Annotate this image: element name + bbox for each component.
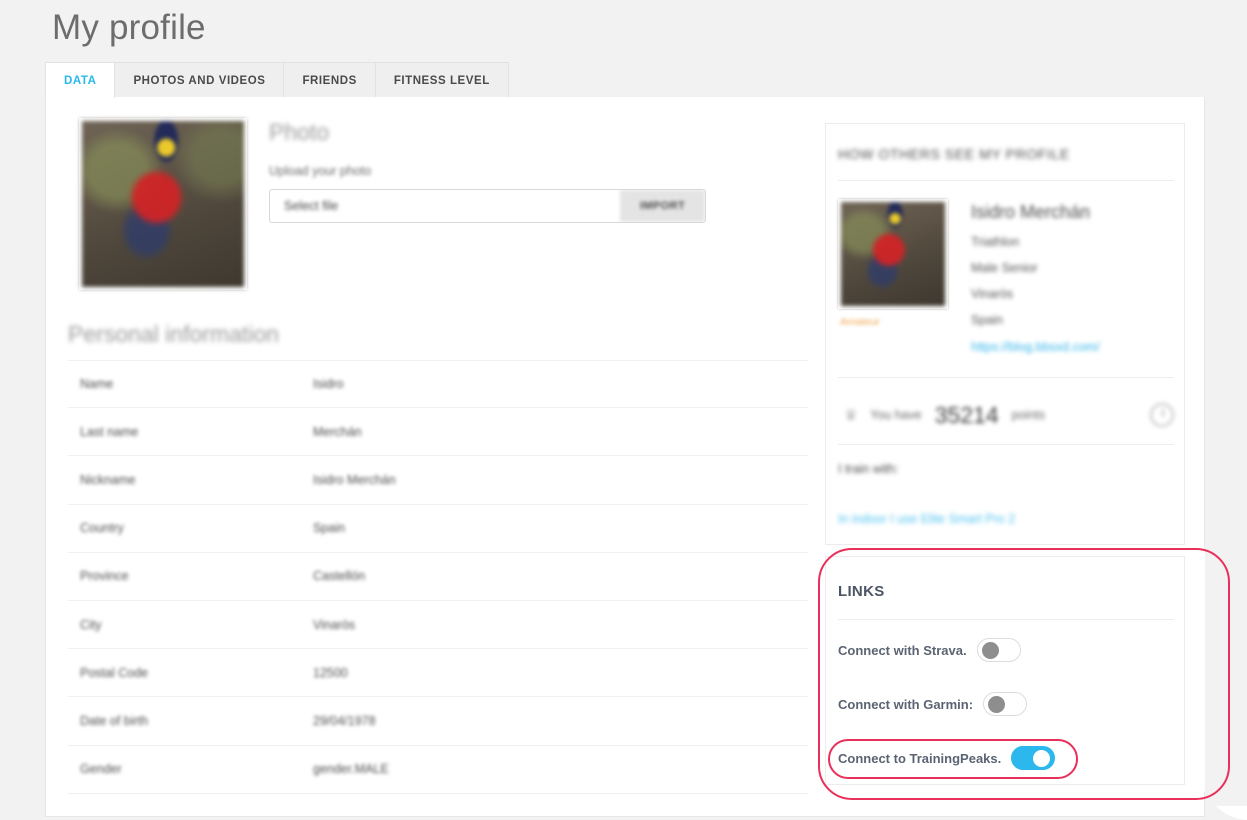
- preview-category: Male Senior: [971, 261, 1038, 275]
- row-key: Country: [80, 521, 124, 536]
- link-row-trainingpeaks: Connect to TrainingPeaks.: [838, 745, 1056, 771]
- personal-information-table: Name Isidro Last name Merchán Nickname I…: [68, 360, 808, 794]
- tab-friends[interactable]: FRIENDS: [283, 62, 376, 98]
- row-value: Spain: [313, 521, 345, 536]
- row-value: 29/04/1978: [313, 713, 376, 728]
- page-gutter: [1205, 0, 1247, 806]
- level-badge: Amateur: [840, 316, 880, 328]
- points-value: 35214: [934, 401, 999, 428]
- garmin-toggle[interactable]: [983, 692, 1028, 716]
- photo-heading: Photo: [269, 119, 330, 145]
- divider: [838, 619, 1174, 620]
- strava-toggle[interactable]: [976, 638, 1021, 662]
- clock-icon[interactable]: [1150, 403, 1174, 427]
- preview-city: Vinaròs: [971, 287, 1014, 301]
- tab-data[interactable]: DATA: [45, 62, 116, 98]
- strava-label: Connect with Strava.: [838, 642, 967, 658]
- row-value: Vinaròs: [313, 617, 356, 632]
- row-key: Last name: [80, 424, 139, 439]
- table-row: Postal Code 12500: [68, 649, 808, 698]
- table-row: Province Castellón: [68, 553, 808, 601]
- table-row: Nickname Isidro Merchán: [68, 456, 808, 505]
- file-picker[interactable]: Select file IMPORT: [269, 189, 706, 223]
- toggle-knob: [981, 642, 999, 659]
- tab-fitness-level[interactable]: FITNESS LEVEL: [374, 62, 509, 98]
- table-row: Gender gender.MALE: [68, 746, 808, 794]
- profile-photo: [79, 118, 247, 290]
- toggle-knob: [988, 696, 1006, 713]
- row-value: Isidro: [313, 377, 344, 392]
- personal-information-heading: Personal information: [68, 321, 279, 347]
- divider: [838, 444, 1174, 445]
- row-value: Castellón: [313, 569, 366, 584]
- preview-photo: [838, 199, 948, 309]
- photo-upload-section: Photo Upload your photo Select file IMPO…: [269, 119, 719, 223]
- row-value: 12500: [313, 665, 348, 680]
- preview-sport: Triathlon: [971, 235, 1020, 249]
- import-button[interactable]: IMPORT: [620, 190, 705, 222]
- toggle-knob: [1033, 750, 1051, 767]
- row-key: Date of birth: [80, 713, 149, 728]
- row-key: City: [80, 617, 102, 632]
- card-title: HOW OTHERS SEE MY PROFILE: [838, 146, 1070, 162]
- table-row: Date of birth 29/04/1978: [68, 697, 808, 746]
- table-row: Name Isidro: [68, 360, 808, 409]
- how-others-see-my-profile-card: HOW OTHERS SEE MY PROFILE Amateur Isidro…: [825, 123, 1185, 545]
- photo-upload-label: Upload your photo: [269, 164, 372, 178]
- preview-photo-image: [841, 202, 945, 306]
- preview-country: Spain: [971, 313, 1003, 327]
- row-key: Gender: [80, 762, 122, 777]
- table-row: Last name Merchán: [68, 408, 808, 457]
- points-unit: points: [1011, 408, 1046, 422]
- table-row: City Vinaròs: [68, 601, 808, 650]
- trophy-icon: ♛: [844, 407, 858, 424]
- trainingpeaks-label: Connect to TrainingPeaks.: [838, 750, 1002, 766]
- row-key: Name: [80, 377, 114, 392]
- preview-photo-block: Amateur: [838, 199, 948, 328]
- divider: [838, 377, 1174, 378]
- row-value: Merchán: [313, 424, 362, 439]
- tab-bar: DATA PHOTOS AND VIDEOS FRIENDS FITNESS L…: [45, 62, 509, 98]
- links-card: LINKS Connect with Strava. Connect with …: [825, 556, 1185, 785]
- row-key: Province: [80, 569, 129, 584]
- profile-photo-image: [82, 121, 244, 287]
- train-with-label: I train with:: [838, 462, 899, 476]
- links-title: LINKS: [838, 583, 885, 600]
- tab-photos-and-videos[interactable]: PHOTOS AND VIDEOS: [114, 62, 285, 98]
- divider: [838, 180, 1174, 181]
- link-row-garmin: Connect with Garmin:: [838, 691, 1028, 717]
- row-value: Isidro Merchán: [313, 472, 396, 487]
- points-prefix: You have: [870, 408, 922, 422]
- row-value: gender.MALE: [313, 762, 389, 777]
- row-key: Nickname: [80, 472, 136, 487]
- preview-name: Isidro Merchán: [971, 202, 1091, 222]
- file-input[interactable]: Select file: [270, 190, 620, 222]
- garmin-label: Connect with Garmin:: [838, 696, 974, 712]
- preview-url-link[interactable]: https://blog.bbsxd.com/: [971, 340, 1181, 354]
- table-row: Country Spain: [68, 505, 808, 553]
- points-row: ♛ You have 35214 points: [838, 386, 1174, 444]
- preview-info: Isidro Merchán Triathlon Male Senior Vin…: [971, 202, 1181, 354]
- train-with-link[interactable]: In indoor I use Elite Smart Pro 2: [838, 512, 1015, 526]
- row-key: Postal Code: [80, 665, 149, 680]
- trainingpeaks-toggle[interactable]: [1011, 746, 1056, 770]
- page-title: My profile: [52, 8, 206, 47]
- link-row-strava: Connect with Strava.: [838, 637, 1021, 663]
